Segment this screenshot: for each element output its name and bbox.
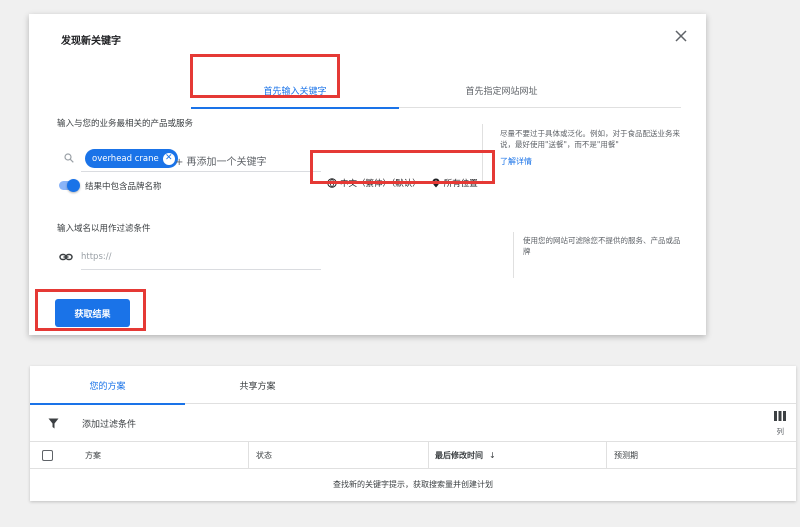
keyword-planner-dialog: 发现新关键字 首先输入关键字 首先指定网站网址 输入与您的业务最相关的产品或服务… (29, 14, 706, 335)
header-status[interactable]: 状态 (256, 442, 272, 468)
domain-input-underline (81, 269, 321, 270)
remove-chip-icon[interactable]: ✕ (162, 152, 175, 165)
location-selector[interactable]: 所有位置 (431, 177, 478, 189)
brand-toggle-label: 结果中包含品牌名称 (85, 182, 162, 192)
columns-label: 列 (776, 427, 785, 436)
globe-icon (327, 178, 337, 188)
link-icon (59, 253, 73, 261)
dialog-tabs: 首先输入关键字 首先指定网站网址 (191, 72, 681, 109)
plans-panel: 您的方案 共享方案 添加过滤条件 列 方案 状态 最后修改时间 ↓ 预测期 查找… (30, 366, 796, 501)
keyword-chip[interactable]: overhead crane ✕ (85, 149, 178, 168)
keyword-input-underline (81, 171, 321, 172)
sort-arrow-icon: ↓ (489, 450, 496, 460)
brand-toggle[interactable] (57, 179, 80, 192)
keyword-field-label: 输入与您的业务最相关的产品或服务 (57, 119, 194, 129)
tab-your-plans[interactable]: 您的方案 (30, 366, 185, 405)
location-pin-icon (432, 178, 440, 188)
keyword-hint: 尽量不要过于具体或泛化。例如，对于食品配送业务来说，最好使用"送餐"，而不是"用… (500, 129, 680, 149)
plans-tabs: 您的方案 共享方案 (30, 366, 796, 405)
tab-start-with-website[interactable]: 首先指定网站网址 (399, 72, 604, 108)
columns-icon[interactable] (774, 411, 786, 421)
header-separator (248, 442, 249, 468)
header-plan[interactable]: 方案 (85, 442, 101, 468)
tab-start-with-keywords[interactable]: 首先输入关键字 (191, 72, 399, 109)
search-icon (64, 153, 74, 163)
header-forecast-period[interactable]: 预测期 (614, 442, 638, 468)
filter-icon[interactable] (48, 418, 59, 429)
language-label: 中文（繁体）（默认） (340, 179, 421, 189)
keyword-chip-label: overhead crane (92, 153, 159, 164)
dialog-title: 发现新关键字 (61, 36, 121, 47)
domain-hint: 使用您的网站可滤除您不提供的服务、产品或品牌 (523, 236, 681, 256)
brand-toggle-knob (67, 179, 80, 192)
domain-input[interactable]: https:// (81, 252, 111, 262)
tab-shared-plans[interactable]: 共享方案 (185, 366, 330, 404)
domain-field-label: 输入域名以用作过滤条件 (57, 224, 151, 234)
plans-table-header: 方案 状态 最后修改时间 ↓ 预测期 (30, 441, 796, 469)
header-separator (428, 442, 429, 468)
close-icon[interactable] (674, 28, 688, 42)
learn-more-link[interactable]: 了解详情 (500, 156, 532, 167)
add-filter-button[interactable]: 添加过滤条件 (82, 417, 136, 430)
language-location-selector: 中文（繁体）（默认） 所有位置 (327, 177, 488, 189)
header-last-modified-label: 最后修改时间 (435, 450, 483, 460)
add-keyword-input[interactable]: + 再添加一个关键字 (175, 153, 267, 168)
header-last-modified[interactable]: 最后修改时间 ↓ (435, 442, 496, 468)
hint-divider (482, 124, 483, 184)
select-all-checkbox[interactable] (42, 450, 53, 461)
location-label: 所有位置 (443, 179, 478, 189)
get-results-button[interactable]: 获取结果 (55, 299, 130, 327)
header-separator (606, 442, 607, 468)
empty-table-message: 查找新的关键字提示，获取搜索量并创建计划 (333, 480, 493, 489)
domain-hint-divider (513, 232, 514, 278)
language-selector[interactable]: 中文（繁体）（默认） (327, 177, 421, 189)
